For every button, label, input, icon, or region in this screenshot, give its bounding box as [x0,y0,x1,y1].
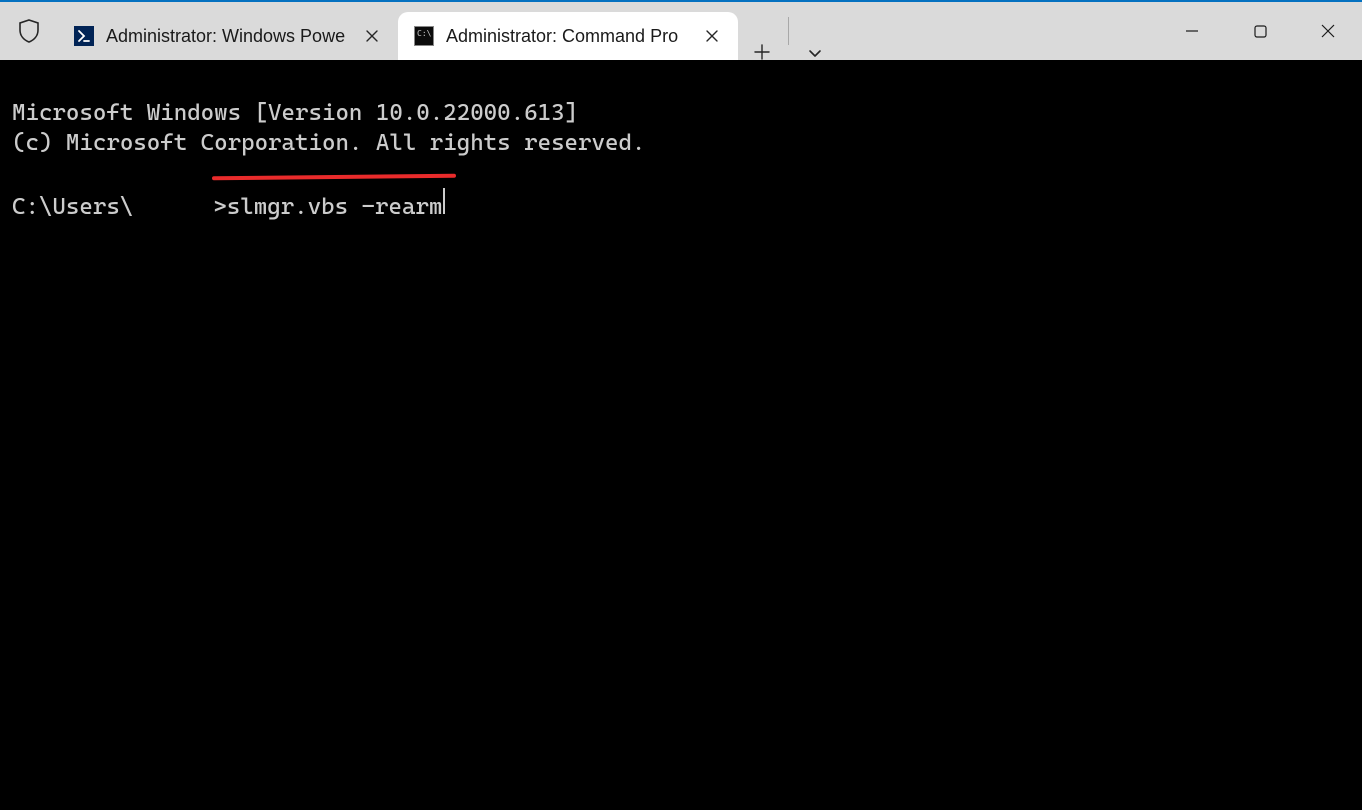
tab-powershell[interactable]: Administrator: Windows Powe [58,12,398,60]
redacted-username [134,190,212,214]
separator [788,17,789,45]
close-window-button[interactable] [1294,2,1362,60]
prompt-line: C:\Users\ >slmgr.vbs -rearm [12,188,1350,222]
powershell-icon [74,26,94,46]
tab-title: Administrator: Windows Powe [106,26,346,47]
terminal-banner-line: Microsoft Windows [Version 10.0.22000.61… [12,100,578,126]
prompt-suffix: > [213,193,226,222]
tab-dropdown-button[interactable] [791,46,839,60]
svg-text:C:\: C:\ [417,29,431,38]
tab-title: Administrator: Command Pro [446,26,686,47]
close-icon [365,29,379,43]
tab-close-button[interactable] [698,22,726,50]
cmd-icon: C:\ [414,26,434,46]
tab-close-button[interactable] [358,22,386,50]
uac-shield-icon [0,2,58,60]
terminal-copyright-line: (c) Microsoft Corporation. All rights re… [12,130,645,156]
close-icon [1321,24,1335,38]
minimize-button[interactable] [1158,2,1226,60]
plus-icon [754,44,770,60]
close-icon [705,29,719,43]
maximize-button[interactable] [1226,2,1294,60]
titlebar: Administrator: Windows Powe C:\ Administ… [0,2,1362,60]
chevron-down-icon [808,46,822,60]
tab-command-prompt[interactable]: C:\ Administrator: Command Pro [398,12,738,60]
annotation-underline [212,174,456,181]
new-tab-button[interactable] [738,44,786,60]
minimize-icon [1185,24,1199,38]
tab-strip: Administrator: Windows Powe C:\ Administ… [58,2,839,60]
window-controls [1158,2,1362,60]
prompt-prefix: C:\Users\ [12,193,133,222]
maximize-icon [1254,25,1267,38]
terminal-output[interactable]: Microsoft Windows [Version 10.0.22000.61… [0,60,1362,810]
typed-command: slmgr.vbs -rearm [227,193,443,222]
text-cursor [443,188,445,214]
